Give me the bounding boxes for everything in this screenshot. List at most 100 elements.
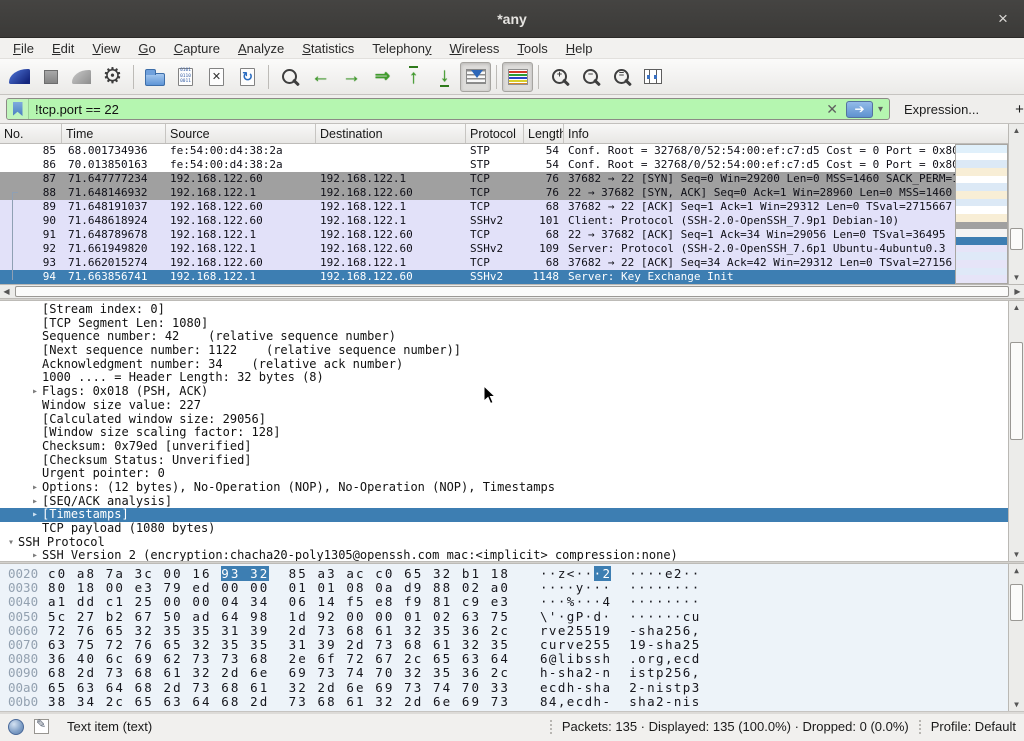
scroll-track[interactable]: [1009, 137, 1024, 271]
menu-file[interactable]: File: [4, 39, 43, 58]
menu-view[interactable]: View: [83, 39, 129, 58]
column-header-no[interactable]: No.: [0, 124, 62, 143]
hex-row[interactable]: 0040a1 dd c1 25 00 00 04 34 06 14 f5 e8 …: [0, 595, 1008, 609]
detail-line[interactable]: [Next sequence number: 1122 (relative se…: [0, 344, 1008, 358]
expander-icon[interactable]: ▸: [28, 549, 42, 561]
display-filter-input[interactable]: [29, 102, 821, 117]
capture-comment-icon[interactable]: [34, 719, 49, 734]
zoom-out-button[interactable]: [575, 62, 606, 92]
expander-icon[interactable]: ▾: [4, 536, 18, 550]
menu-go[interactable]: Go: [129, 39, 164, 58]
scroll-track[interactable]: [1009, 577, 1024, 698]
detail-line[interactable]: [TCP Segment Len: 1080]: [0, 317, 1008, 331]
go-first-button[interactable]: [398, 62, 429, 92]
restart-capture-button[interactable]: [66, 62, 97, 92]
resize-columns-button[interactable]: [637, 62, 668, 92]
detail-line[interactable]: ▸SSH Version 2 (encryption:chacha20-poly…: [0, 549, 1008, 561]
status-profile[interactable]: Profile: Default: [931, 719, 1016, 734]
go-to-packet-button[interactable]: [367, 62, 398, 92]
scroll-down-arrow-icon[interactable]: ▼: [1009, 271, 1024, 284]
hex-row[interactable]: 00b038 34 2c 65 63 64 68 2d 73 68 61 32 …: [0, 695, 1008, 709]
apply-filter-button[interactable]: [846, 101, 873, 118]
expander-icon[interactable]: ▸: [28, 481, 42, 495]
hex-row[interactable]: 003080 18 00 e3 79 ed 00 00 01 01 08 0a …: [0, 581, 1008, 595]
go-forward-button[interactable]: [336, 62, 367, 92]
stop-capture-button[interactable]: [35, 62, 66, 92]
packet-row-90[interactable]: 9071.648618924192.168.122.60192.168.122.…: [0, 214, 955, 228]
filter-dropdown-icon[interactable]: ▾: [876, 104, 889, 115]
expression-button[interactable]: Expression...: [904, 102, 979, 117]
add-filter-button[interactable]: +: [1007, 101, 1024, 118]
detail-line[interactable]: Window size value: 227: [0, 399, 1008, 413]
scroll-thumb[interactable]: [15, 286, 1009, 297]
hex-row[interactable]: 00a065 63 64 68 2d 73 68 61 32 2d 6e 69 …: [0, 681, 1008, 695]
hex-row[interactable]: 00505c 27 b2 67 50 ad 64 98 1d 92 00 00 …: [0, 610, 1008, 624]
expert-info-icon[interactable]: [8, 719, 24, 735]
packet-list-vscrollbar[interactable]: ▲ ▼: [1008, 124, 1024, 284]
detail-line[interactable]: Acknowledgment number: 34 (relative ack …: [0, 358, 1008, 372]
detail-line[interactable]: ▾SSH Protocol: [0, 536, 1008, 550]
scroll-up-arrow-icon[interactable]: ▲: [1009, 564, 1024, 577]
packet-row-94[interactable]: 9471.663856741192.168.122.1192.168.122.6…: [0, 270, 955, 284]
scroll-track[interactable]: [13, 285, 1011, 298]
column-header-time[interactable]: Time: [62, 124, 166, 143]
capture-options-button[interactable]: [97, 62, 128, 92]
packet-row-91[interactable]: 9171.648789678192.168.122.1192.168.122.6…: [0, 228, 955, 242]
expander-icon[interactable]: ▸: [28, 495, 42, 509]
detail-line[interactable]: Checksum: 0x79ed [unverified]: [0, 440, 1008, 454]
packet-row-89[interactable]: 8971.648191037192.168.122.60192.168.122.…: [0, 200, 955, 214]
column-header-info[interactable]: Info: [564, 124, 1024, 143]
menu-edit[interactable]: Edit: [43, 39, 83, 58]
filter-bookmark-button[interactable]: [7, 99, 29, 119]
details-vscrollbar[interactable]: ▲ ▼: [1008, 301, 1024, 561]
auto-scroll-button[interactable]: [460, 62, 491, 92]
clear-filter-icon[interactable]: ✕: [821, 101, 843, 118]
scroll-down-arrow-icon[interactable]: ▼: [1009, 698, 1024, 711]
packet-row-88[interactable]: 8871.648146932192.168.122.1192.168.122.6…: [0, 186, 955, 200]
detail-line[interactable]: [Window size scaling factor: 128]: [0, 426, 1008, 440]
menu-help[interactable]: Help: [557, 39, 602, 58]
expander-icon[interactable]: ▸: [28, 385, 42, 399]
scroll-thumb[interactable]: [1010, 342, 1023, 440]
scroll-left-arrow-icon[interactable]: ◀: [0, 287, 13, 296]
detail-line[interactable]: TCP payload (1080 bytes): [0, 522, 1008, 536]
start-capture-button[interactable]: [4, 62, 35, 92]
column-header-source[interactable]: Source: [166, 124, 316, 143]
menu-capture[interactable]: Capture: [165, 39, 229, 58]
detail-line[interactable]: Sequence number: 42 (relative sequence n…: [0, 330, 1008, 344]
scroll-track[interactable]: [1009, 314, 1024, 548]
column-header-length[interactable]: Length: [524, 124, 564, 143]
packet-row-86[interactable]: 8670.013850163fe:54:00:d4:38:2aSTP54Conf…: [0, 158, 955, 172]
detail-line[interactable]: ▸[Timestamps]: [0, 508, 1008, 522]
display-filter-field[interactable]: ✕ ▾: [6, 98, 890, 120]
scroll-right-arrow-icon[interactable]: ▶: [1011, 287, 1024, 296]
colorize-button[interactable]: [502, 62, 533, 92]
detail-line[interactable]: [Calculated window size: 29056]: [0, 413, 1008, 427]
open-file-button[interactable]: [139, 62, 170, 92]
hex-vscrollbar[interactable]: ▲ ▼: [1008, 564, 1024, 711]
hex-row[interactable]: 008036 40 6c 69 62 73 73 68 2e 6f 72 67 …: [0, 652, 1008, 666]
reload-file-button[interactable]: [232, 62, 263, 92]
go-back-button[interactable]: [305, 62, 336, 92]
detail-line[interactable]: ▸Flags: 0x018 (PSH, ACK): [0, 385, 1008, 399]
find-packet-button[interactable]: [274, 62, 305, 92]
hex-row[interactable]: 009068 2d 73 68 61 32 2d 6e 69 73 74 70 …: [0, 666, 1008, 680]
packet-list-hscrollbar[interactable]: ◀ ▶: [0, 284, 1024, 298]
column-header-destination[interactable]: Destination: [316, 124, 466, 143]
hex-row[interactable]: 007063 75 72 76 65 32 35 35 31 39 2d 73 …: [0, 638, 1008, 652]
detail-line[interactable]: [Stream index: 0]: [0, 303, 1008, 317]
close-file-button[interactable]: [201, 62, 232, 92]
detail-line[interactable]: 1000 .... = Header Length: 32 bytes (8): [0, 371, 1008, 385]
packet-row-93[interactable]: 9371.662015274192.168.122.60192.168.122.…: [0, 256, 955, 270]
close-window-button[interactable]: ×: [992, 8, 1014, 30]
menu-statistics[interactable]: Statistics: [293, 39, 363, 58]
packet-row-85[interactable]: 8568.001734936fe:54:00:d4:38:2aSTP54Conf…: [0, 144, 955, 158]
menu-wireless[interactable]: Wireless: [441, 39, 509, 58]
scroll-thumb[interactable]: [1010, 228, 1023, 249]
detail-line[interactable]: ▸[SEQ/ACK analysis]: [0, 495, 1008, 509]
packet-row-92[interactable]: 9271.661949820192.168.122.1192.168.122.6…: [0, 242, 955, 256]
detail-line[interactable]: Urgent pointer: 0: [0, 467, 1008, 481]
detail-line[interactable]: ▸Options: (12 bytes), No-Operation (NOP)…: [0, 481, 1008, 495]
menu-telephony[interactable]: Telephony: [363, 39, 440, 58]
packet-row-87[interactable]: 8771.647777234192.168.122.60192.168.122.…: [0, 172, 955, 186]
